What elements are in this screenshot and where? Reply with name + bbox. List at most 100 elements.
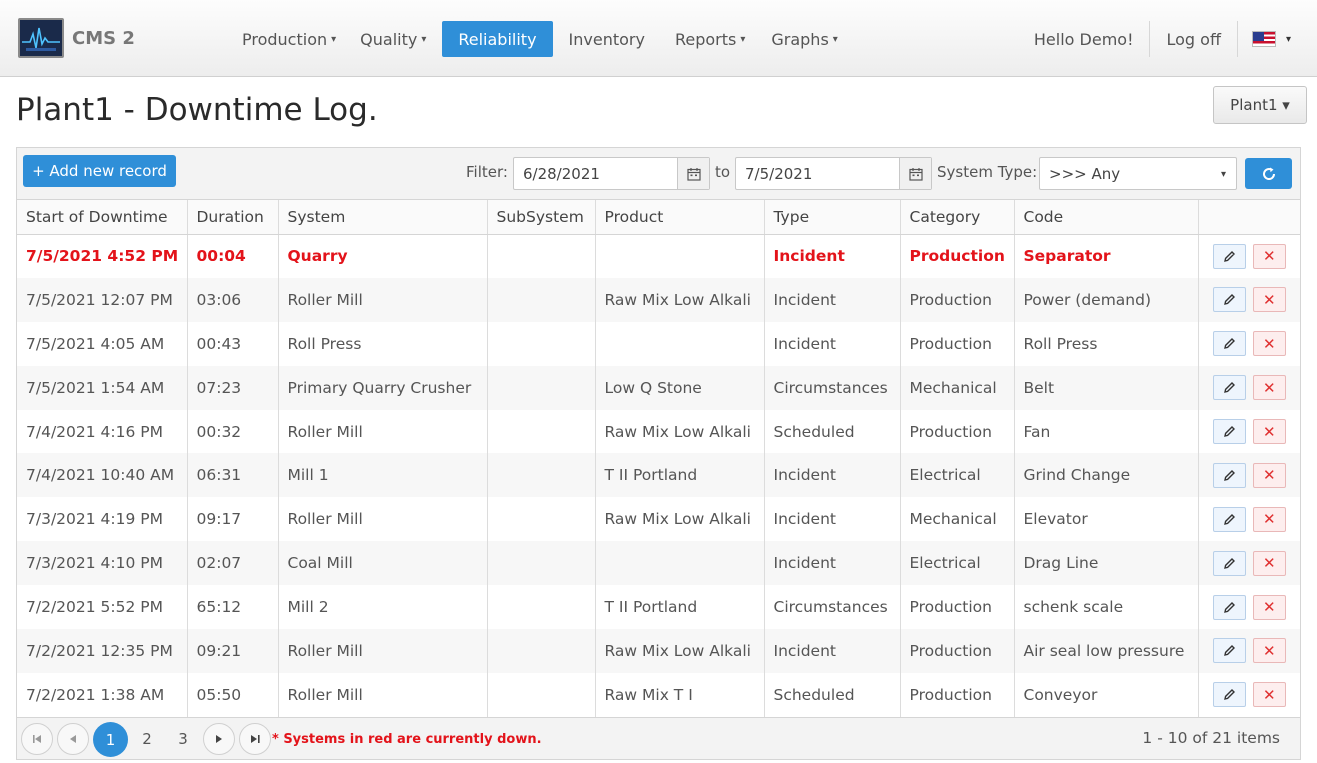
system-type-select[interactable]: >>> Any ▾: [1039, 157, 1237, 190]
page-title: Plant1 - Downtime Log.: [16, 92, 378, 128]
cell-actions: ✕: [1198, 673, 1300, 717]
edit-button[interactable]: [1212, 594, 1246, 620]
table-row[interactable]: 7/3/2021 4:10 PM 02:07 Coal Mill Incident El…: [17, 541, 1300, 586]
nav-reliability[interactable]: Reliability: [442, 21, 553, 57]
edit-button[interactable]: [1212, 638, 1246, 664]
cell-start: 7/3/2021 4:10 PM: [17, 541, 188, 586]
pencil-icon: [1223, 382, 1235, 394]
delete-button[interactable]: ✕: [1252, 419, 1286, 444]
cell-start: 7/4/2021 4:16 PM: [17, 409, 188, 454]
col-code[interactable]: Code: [1014, 200, 1199, 235]
pencil-icon: [1223, 250, 1235, 262]
main-nav: Production ▾ Quality ▾ Reliability Inven…: [230, 21, 850, 57]
date-to-input[interactable]: 7/5/2021: [735, 157, 932, 190]
close-icon: ✕: [1262, 685, 1276, 704]
next-page-button[interactable]: [203, 723, 235, 755]
first-page-button[interactable]: [21, 723, 53, 755]
cell-duration: 00:32: [187, 409, 279, 454]
chevron-down-icon: ▾: [832, 33, 838, 45]
table-row[interactable]: 7/2/2021 5:52 PM 65:12 Mill 2 T II Portland…: [17, 585, 1300, 630]
table-row[interactable]: 7/4/2021 4:16 PM 00:32 Roller Mill Raw Mix …: [17, 409, 1300, 454]
table-row[interactable]: 7/2/2021 1:38 AM 05:50 Roller Mill Raw Mix …: [17, 672, 1300, 717]
edit-button[interactable]: [1212, 419, 1246, 444]
delete-button[interactable]: ✕: [1252, 506, 1286, 532]
edit-button[interactable]: [1212, 287, 1246, 313]
greeting[interactable]: Hello Demo!: [1018, 21, 1150, 57]
pager: 1 2 3 * Systems in red are currently dow…: [17, 717, 1300, 759]
delete-button[interactable]: ✕: [1252, 462, 1286, 488]
calendar-icon[interactable]: [677, 158, 709, 189]
language-dropdown[interactable]: ▾: [1238, 21, 1317, 57]
col-system[interactable]: System: [278, 200, 488, 235]
edit-button[interactable]: [1212, 331, 1246, 357]
delete-button[interactable]: ✕: [1252, 331, 1286, 357]
edit-button[interactable]: [1212, 375, 1246, 401]
nav-graphs[interactable]: Graphs ▾: [759, 21, 849, 57]
nav-reports[interactable]: Reports ▾: [661, 21, 759, 57]
downtime-grid: + Add new record Filter: 6/28/2021 to 7/…: [16, 147, 1301, 760]
page-1-button[interactable]: 1: [93, 722, 128, 757]
col-duration[interactable]: Duration: [187, 200, 279, 235]
edit-button[interactable]: [1212, 682, 1246, 708]
table-row[interactable]: 7/5/2021 1:54 AM 07:23 Primary Quarry Crus…: [17, 365, 1300, 410]
logoff-link[interactable]: Log off: [1150, 21, 1236, 57]
close-icon: ✕: [1262, 510, 1276, 529]
table-row[interactable]: 7/3/2021 4:19 PM 09:17 Roller Mill Raw Mix …: [17, 497, 1300, 542]
plant-dropdown-button[interactable]: Plant1 ▾: [1213, 86, 1307, 124]
col-product[interactable]: Product: [595, 200, 765, 235]
date-from-input[interactable]: 6/28/2021: [513, 157, 710, 190]
edit-button[interactable]: [1212, 243, 1246, 269]
cell-code: Separator: [1014, 234, 1199, 278]
cell-category: Production: [900, 585, 1015, 630]
calendar-icon[interactable]: [899, 158, 931, 189]
brand-name: CMS 2: [72, 27, 135, 49]
cell-code: Air seal low pressure: [1014, 629, 1199, 673]
table-row[interactable]: 7/2/2021 12:35 PM 09:21 Roller Mill Raw Mix…: [17, 629, 1300, 673]
cell-product: T II Portland: [595, 453, 765, 498]
col-subsystem[interactable]: SubSystem: [487, 200, 596, 235]
pencil-icon: [1223, 645, 1235, 657]
cell-start: 7/2/2021 12:35 PM: [17, 629, 188, 673]
table-row[interactable]: 7/5/2021 4:52 PM 00:04 Quarry Incident Produ…: [17, 234, 1300, 278]
table-header-row: Start of Downtime Duration System SubSys…: [17, 200, 1300, 235]
nav-quality[interactable]: Quality ▾: [348, 21, 438, 57]
nav-reports-label: Reports: [674, 29, 737, 49]
cell-system: Roller Mill: [278, 497, 488, 542]
cell-product: Raw Mix Low Alkali: [595, 629, 765, 673]
cell-subsystem: [487, 497, 596, 542]
table-row[interactable]: 7/5/2021 4:05 AM 00:43 Roll Press Incident P…: [17, 321, 1300, 366]
delete-button[interactable]: ✕: [1252, 287, 1286, 313]
page-3-button[interactable]: 3: [167, 723, 199, 755]
delete-button[interactable]: ✕: [1252, 594, 1286, 620]
nav-inventory[interactable]: Inventory: [557, 21, 661, 57]
to-label: to: [715, 163, 731, 181]
last-page-button[interactable]: [239, 723, 271, 755]
cell-system: Roll Press: [278, 321, 488, 366]
cell-duration: 09:21: [187, 629, 279, 673]
cell-duration: 65:12: [187, 585, 279, 630]
page-2-button[interactable]: 2: [131, 723, 163, 755]
downtime-table: Start of Downtime Duration System SubSys…: [17, 200, 1300, 717]
refresh-button[interactable]: [1245, 158, 1292, 189]
edit-button[interactable]: [1212, 462, 1246, 488]
col-category[interactable]: Category: [900, 200, 1015, 235]
nav-production[interactable]: Production ▾: [230, 21, 348, 57]
col-start-of-downtime[interactable]: Start of Downtime: [17, 200, 188, 235]
prev-page-button[interactable]: [57, 723, 89, 755]
brand[interactable]: CMS 2: [18, 18, 135, 58]
col-type[interactable]: Type: [764, 200, 901, 235]
edit-button[interactable]: [1212, 550, 1246, 576]
table-row[interactable]: 7/5/2021 12:07 PM 03:06 Roller Mill Raw Mix…: [17, 277, 1300, 322]
delete-button[interactable]: ✕: [1252, 375, 1286, 401]
delete-button[interactable]: ✕: [1252, 682, 1286, 708]
delete-button[interactable]: ✕: [1252, 243, 1286, 269]
edit-button[interactable]: [1212, 506, 1246, 532]
table-row[interactable]: 7/4/2021 10:40 AM 06:31 Mill 1 T II Portlan…: [17, 453, 1300, 498]
delete-button[interactable]: ✕: [1252, 638, 1286, 664]
add-record-button[interactable]: + Add new record: [23, 155, 176, 187]
delete-button[interactable]: ✕: [1252, 550, 1286, 576]
date-to-value: 7/5/2021: [745, 164, 813, 183]
cell-code: Fan: [1014, 409, 1199, 454]
cell-product: Raw Mix T I: [595, 672, 765, 717]
cell-subsystem: [487, 672, 596, 717]
